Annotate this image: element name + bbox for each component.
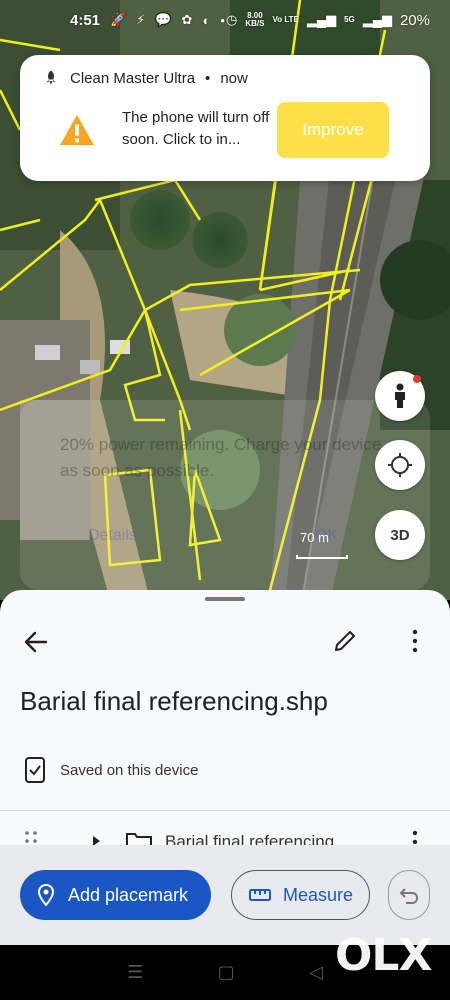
warning-icon <box>60 114 94 146</box>
back-arrow-icon[interactable] <box>22 628 50 656</box>
sheet-divider <box>0 810 450 811</box>
olx-watermark: OLX <box>335 930 432 981</box>
alarm-icon: ◷ <box>226 12 238 27</box>
my-location-button[interactable] <box>375 440 425 490</box>
clean-master-notification[interactable]: Clean Master Ultra • now The phone will … <box>20 55 430 181</box>
details-button[interactable]: Details <box>88 527 137 545</box>
low-battery-dialog: 20% power remaining. Charge your device … <box>20 400 430 590</box>
notification-separator: • <box>205 69 211 87</box>
saved-status-label: Saved on this device <box>60 761 199 779</box>
notification-body: The phone will turn off soon. Click to i… <box>58 107 272 151</box>
bottom-sheet[interactable]: Barial final referencing.shp Saved on th… <box>0 590 450 945</box>
scale-bar <box>296 555 348 559</box>
notification-app-name: Clean Master Ultra <box>70 69 196 87</box>
sheet-drag-handle[interactable] <box>205 597 245 601</box>
undo-icon <box>399 888 419 904</box>
messenger-icon: ⚡ <box>136 12 146 27</box>
notification-time: now <box>220 69 248 87</box>
net-speed-unit: KB/S <box>245 19 265 28</box>
back-nav-icon[interactable]: ◁ <box>309 962 323 983</box>
measure-label: Measure <box>283 884 354 905</box>
device-saved-icon <box>25 757 45 783</box>
dot-icon: • <box>220 12 225 28</box>
recents-icon[interactable]: ☰ <box>127 962 143 983</box>
street-view-badge <box>413 375 421 383</box>
rocket-icon <box>46 70 56 85</box>
chat-icon: 💬 <box>155 12 172 27</box>
clock: 4:51 <box>70 11 101 29</box>
sync-icon: ◐ <box>202 12 211 28</box>
pin-icon <box>38 884 54 906</box>
net-speed: 8.00 KB/S <box>245 12 264 28</box>
ruler-icon <box>249 889 271 901</box>
notification-header: Clean Master Ultra • now <box>42 69 248 87</box>
app-notification-icon: ✿ <box>181 12 193 27</box>
status-left: 4:51 🚀 ⚡ 💬 ✿ ◐ • <box>70 12 225 29</box>
battery-percent: 20% <box>399 11 430 29</box>
measure-button[interactable]: Measure <box>231 870 370 920</box>
home-icon[interactable]: ▢ <box>218 962 235 983</box>
add-placemark-button[interactable]: Add placemark <box>20 870 211 920</box>
signal-icon-2: ▂▄▆ <box>362 12 392 27</box>
status-right: ◷ 8.00 KB/S Vo LTE ▂▄▆ 5G ▂▄▆ 20% <box>226 12 430 29</box>
street-view-button[interactable] <box>375 371 425 421</box>
3d-toggle-button[interactable]: 3D <box>375 510 425 560</box>
notification-message: The phone will turn off soon. Click to i… <box>122 109 270 148</box>
street-view-person-icon <box>395 383 405 408</box>
rocket-status-icon: 🚀 <box>110 12 127 27</box>
signal-icon: ▂▄▆ <box>306 12 337 27</box>
undo-button[interactable] <box>388 870 430 920</box>
file-title: Barial final referencing.shp <box>20 686 328 716</box>
more-vert-icon[interactable] <box>408 628 422 654</box>
signal-label: 5G <box>344 15 355 24</box>
status-bar: 4:51 🚀 ⚡ 💬 ✿ ◐ • ◷ 8.00 KB/S Vo LTE ▂▄▆ 5… <box>0 0 450 40</box>
volte-label: Vo LTE <box>272 15 299 24</box>
add-placemark-label: Add placemark <box>68 884 189 905</box>
improve-button[interactable]: Improve <box>277 102 389 158</box>
scale-label: 70 m <box>300 530 329 545</box>
drag-handle-icon[interactable] <box>24 830 38 844</box>
my-location-icon <box>388 453 412 477</box>
saved-status-row: Saved on this device <box>24 756 198 784</box>
layer-more-icon[interactable] <box>408 830 422 844</box>
edit-pencil-icon[interactable] <box>332 628 358 654</box>
low-battery-message: 20% power remaining. Charge your device … <box>60 435 382 480</box>
